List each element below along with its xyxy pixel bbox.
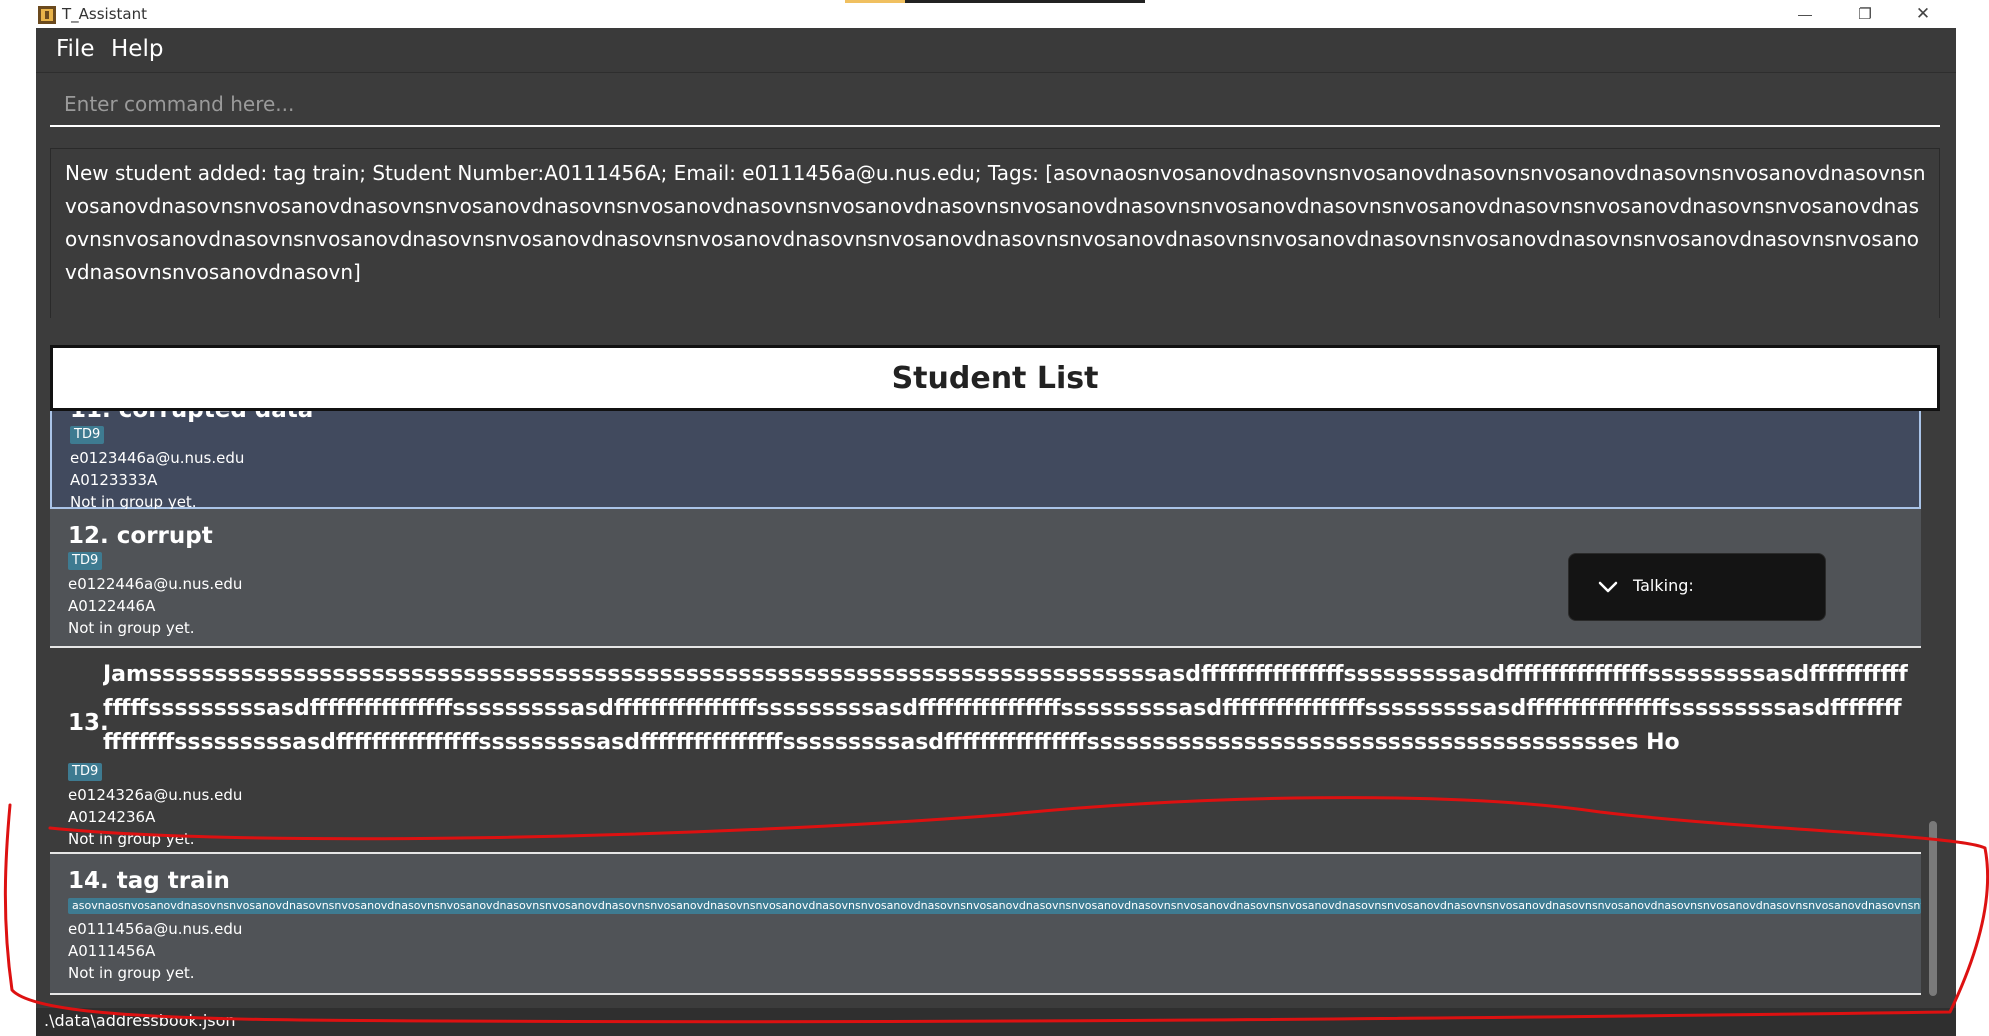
command-input[interactable] <box>50 83 1940 127</box>
student-index: 14. <box>68 868 109 894</box>
student-email: e0123446a@u.nus.edu <box>70 449 245 467</box>
result-text: New student added: tag train; Student Nu… <box>65 161 1926 284</box>
tag-badge: TD9 <box>68 552 103 570</box>
window-title-bar: T_Assistant — ❐ ✕ <box>0 0 1989 28</box>
student-group: Not in group yet. <box>68 830 195 848</box>
student-index: 11. <box>70 411 111 423</box>
list-scrollbar-thumb[interactable] <box>1929 821 1937 996</box>
status-bar: .\data\addressbook.json <box>36 1008 1956 1036</box>
student-name: tag train <box>116 868 230 894</box>
student-card-13[interactable]: 13. Jamsssssssssssssssssssssssssssssssss… <box>50 648 1921 854</box>
student-card-14[interactable]: 14. tag train asovnaosnvosanovdnasovnsnv… <box>50 854 1921 995</box>
tag-badge-long: asovnaosnvosanovdnasovnsnvosanovdnasovns… <box>68 898 1921 914</box>
student-card-title: 11. corrupted data <box>70 411 313 423</box>
student-name: corrupt <box>116 523 213 549</box>
student-number: A0124236A <box>68 808 156 826</box>
menu-bar: File Help <box>36 28 1956 73</box>
student-number: A0123333A <box>70 471 158 489</box>
menu-file[interactable]: File <box>56 36 95 62</box>
tag-badge: TD9 <box>68 763 103 781</box>
student-list-panel: Student List 11. corrupted data TD9 e012… <box>50 318 1940 1008</box>
restore-button[interactable]: ❐ <box>1836 0 1894 28</box>
student-list-title: Student List <box>891 360 1099 396</box>
taskbar-highlight-dark <box>905 0 1145 3</box>
menu-help[interactable]: Help <box>111 36 163 62</box>
chevron-down-icon[interactable] <box>1597 577 1619 597</box>
restore-icon: ❐ <box>1858 6 1872 23</box>
student-group: Not in group yet. <box>68 619 195 637</box>
talking-popup[interactable]: Talking: <box>1568 553 1826 621</box>
minimize-icon: — <box>1798 6 1812 22</box>
student-name: Jamsssssssssssssssssssssssssssssssssssss… <box>103 662 1908 754</box>
app-icon <box>38 6 56 24</box>
student-group: Not in group yet. <box>68 964 195 982</box>
student-list-header: Student List <box>50 345 1940 411</box>
student-card-11[interactable]: 11. corrupted data TD9 e0123446a@u.nus.e… <box>50 411 1921 511</box>
student-list[interactable]: 11. corrupted data TD9 e0123446a@u.nus.e… <box>50 411 1940 1008</box>
window-title: T_Assistant <box>62 5 147 23</box>
talking-label: Talking: <box>1633 576 1694 595</box>
minimize-button[interactable]: — <box>1776 0 1834 28</box>
student-number: A0111456A <box>68 942 156 960</box>
student-email: e0124326a@u.nus.edu <box>68 786 243 804</box>
result-display: New student added: tag train; Student Nu… <box>50 148 1940 322</box>
tag-badge: TD9 <box>70 426 105 444</box>
taskbar-highlight <box>845 0 905 3</box>
student-card-title: 14. tag train <box>68 868 230 894</box>
app-window: File Help New student added: tag train; … <box>36 28 1956 1036</box>
student-email: e0122446a@u.nus.edu <box>68 575 243 593</box>
student-email: e0111456a@u.nus.edu <box>68 920 243 938</box>
student-card-title: 12. corrupt <box>68 523 213 549</box>
close-icon: ✕ <box>1915 4 1931 23</box>
storage-path: .\data\addressbook.json <box>44 1011 236 1030</box>
student-index: 12. <box>68 523 109 549</box>
command-box <box>50 83 1940 129</box>
student-name: corrupted data <box>119 411 314 423</box>
student-number: A0122446A <box>68 597 156 615</box>
close-button[interactable]: ✕ <box>1894 0 1952 28</box>
